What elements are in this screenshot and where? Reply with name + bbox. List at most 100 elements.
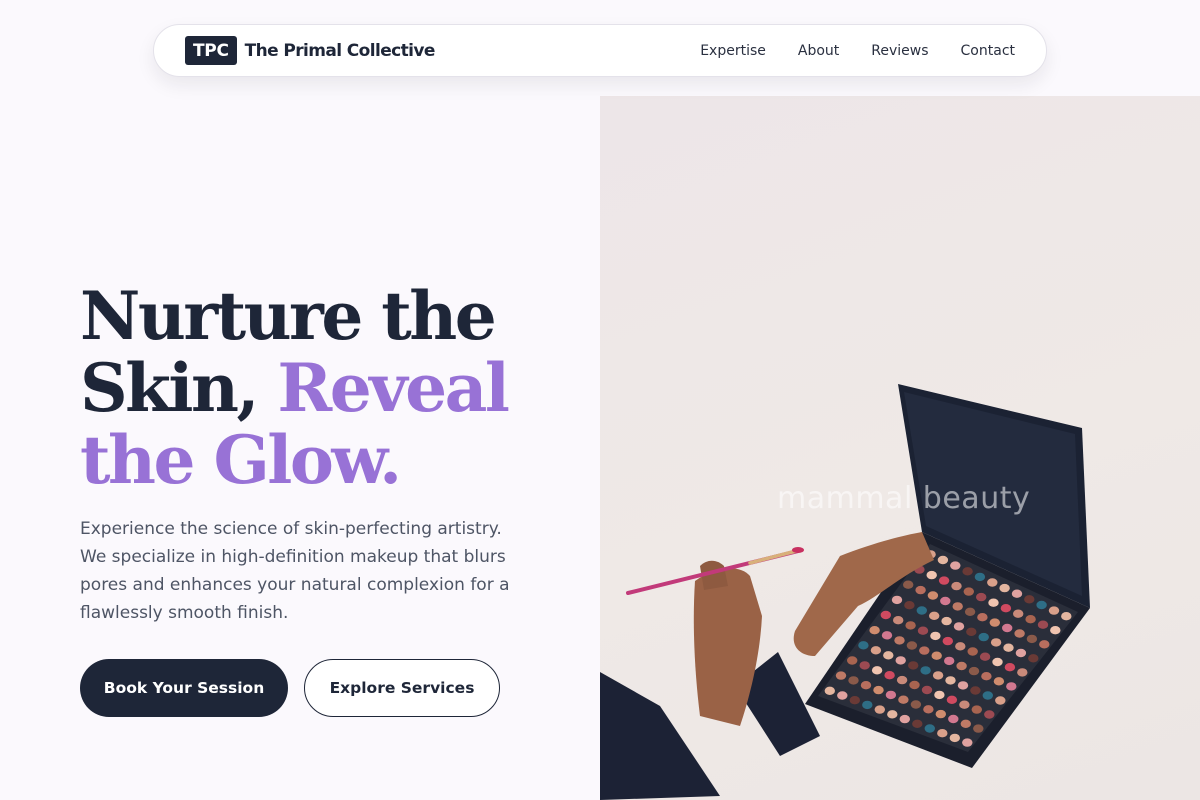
eyeshadow-pan [1026, 634, 1038, 644]
eyeshadow-pan [952, 602, 963, 611]
hero-description: Experience the science of skin-perfectin… [80, 519, 510, 623]
eyeshadow-pan [847, 656, 858, 665]
eyeshadow-pan [957, 681, 969, 690]
hero-title-line1: Nurture the [80, 277, 497, 355]
eyeshadow-pan [973, 724, 984, 733]
eyeshadow-pan [906, 641, 918, 650]
eyeshadow-pan [860, 681, 872, 690]
eyeshadow-pan [837, 691, 848, 700]
top-nav: TPC The Primal Collective Expertise Abou… [153, 24, 1047, 77]
eyeshadow-pan [870, 646, 882, 655]
eyeshadow-pan [971, 705, 982, 714]
eyeshadow-pan [977, 613, 988, 622]
hero-title-accent-1: Reveal [277, 349, 510, 427]
eyeshadow-pan [1015, 648, 1027, 658]
eyeshadow-pan [923, 705, 934, 714]
eyeshadow-pan [891, 595, 903, 605]
eyeshadow-pan [898, 695, 909, 704]
eyeshadow-pan [894, 636, 905, 645]
nav-link-about[interactable]: About [798, 43, 839, 59]
eyeshadow-pan [946, 695, 958, 704]
nav-link-reviews[interactable]: Reviews [871, 43, 928, 59]
eyeshadow-pan [982, 691, 993, 700]
eyeshadow-pan [984, 710, 995, 719]
eyeshadow-pan [956, 661, 967, 671]
page: TPC The Primal Collective Expertise Abou… [0, 0, 1200, 800]
eyeshadow-pan [1002, 623, 1013, 633]
eyeshadow-pan [963, 587, 974, 596]
explore-services-button[interactable]: Explore Services [304, 659, 500, 717]
eyeshadow-pan [881, 631, 893, 640]
eyeshadow-pan [1061, 612, 1072, 621]
eyeshadow-pan [1013, 609, 1024, 618]
eyeshadow-pan [895, 656, 906, 665]
eyeshadow-pan [884, 671, 895, 680]
eyeshadow-pan [858, 641, 869, 650]
eyeshadow-pan [883, 651, 894, 660]
makeup-palette-illustration [600, 384, 1090, 800]
eyeshadow-pan [1000, 604, 1012, 613]
eyeshadow-pan [1037, 620, 1049, 629]
eyeshadow-pan [937, 729, 948, 738]
eyeshadow-pan [979, 652, 991, 661]
eyeshadow-pan [874, 705, 885, 714]
eyeshadow-pan [987, 578, 998, 587]
eyeshadow-pan [978, 632, 989, 642]
eyeshadow-pan [938, 576, 950, 585]
eyeshadow-pan [976, 592, 987, 602]
brand-logo[interactable]: TPC The Primal Collective [185, 36, 435, 65]
eyeshadow-pan [949, 733, 960, 743]
eyeshadow-pan [916, 606, 927, 615]
eyeshadow-pan [1048, 606, 1060, 615]
eyeshadow-pan [968, 666, 980, 676]
eyeshadow-pan [1006, 682, 1017, 691]
eyeshadow-pan [940, 596, 951, 606]
eyeshadow-pan [950, 561, 961, 570]
eyeshadow-pan [931, 651, 942, 660]
eyeshadow-pan [912, 719, 923, 728]
eyeshadow-pan [964, 607, 976, 616]
eyeshadow-pan [995, 696, 1006, 705]
nav-link-expertise[interactable]: Expertise [700, 43, 766, 59]
eyeshadow-pan [934, 690, 945, 700]
eyeshadow-pan [862, 700, 873, 710]
eyeshadow-pan [848, 676, 859, 685]
eyeshadow-pan [1024, 595, 1035, 604]
eyeshadow-pan [932, 671, 944, 680]
eyeshadow-pan [869, 626, 880, 635]
eyeshadow-pan [1039, 640, 1050, 649]
eyeshadow-pan [896, 675, 908, 685]
eyeshadow-pan [959, 700, 970, 709]
eyeshadow-pan [944, 656, 955, 666]
eyeshadow-pan [909, 680, 920, 690]
eyeshadow-pan [887, 710, 898, 719]
eyeshadow-pan [1011, 589, 1023, 598]
eyeshadow-pan [962, 738, 973, 747]
eyeshadow-pan [1003, 643, 1014, 652]
eyeshadow-pan [962, 567, 973, 576]
eyeshadow-pan [953, 622, 965, 631]
eyeshadow-pan [871, 666, 883, 675]
eyeshadow-pan [960, 719, 971, 728]
book-session-button[interactable]: Book Your Session [80, 659, 288, 717]
eyeshadow-pan [937, 555, 949, 565]
nav-link-contact[interactable]: Contact [961, 43, 1015, 59]
eyeshadow-pan [873, 685, 884, 695]
eyeshadow-pan [1036, 600, 1047, 610]
brand-mark: TPC [185, 36, 237, 65]
eyeshadow-pan [929, 611, 940, 620]
eyeshadow-pan [926, 570, 937, 580]
eyeshadow-pan [904, 601, 915, 610]
eyeshadow-pan [981, 672, 992, 681]
eyeshadow-pan [951, 581, 962, 591]
eyeshadow-pan [935, 709, 946, 719]
eyeshadow-pan [989, 618, 1000, 627]
eyeshadow-pan [1028, 654, 1039, 663]
eyeshadow-pan [942, 636, 953, 646]
eyeshadow-pan [899, 714, 910, 724]
eyeshadow-pan [945, 676, 956, 685]
eyeshadow-pan [880, 610, 891, 620]
hero-title: Nurture the Skin, Reveal the Glow. [80, 280, 580, 496]
eyeshadow-pan [824, 686, 835, 695]
eyeshadow-pan [910, 700, 922, 709]
